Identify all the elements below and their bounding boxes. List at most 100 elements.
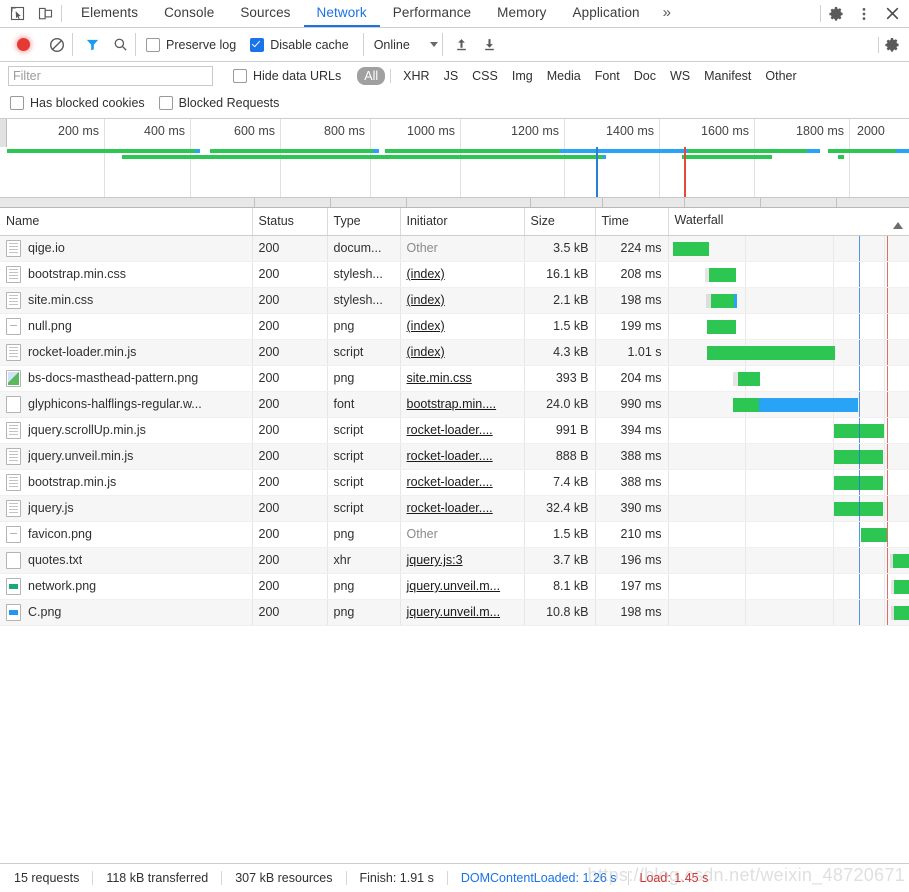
table-row[interactable]: C.png 200 png jquery.unveil.m... 10.8 kB 198 …: [0, 599, 909, 626]
table-row[interactable]: null.png 200 png (index) 1.5 kB 199 ms: [0, 313, 909, 340]
waterfall-bar[interactable]: [705, 293, 737, 308]
cell-initiator-value[interactable]: (index): [407, 345, 445, 359]
tab-elements[interactable]: Elements: [68, 0, 151, 27]
cell-name[interactable]: qige.io: [0, 235, 253, 262]
has-blocked-cookies-box-icon[interactable]: [10, 96, 24, 110]
type-filter-media[interactable]: Media: [540, 68, 588, 84]
blocked-requests-box-icon[interactable]: [158, 96, 173, 110]
waterfall-bar[interactable]: [889, 553, 909, 568]
import-har-icon[interactable]: [449, 32, 475, 58]
cell-initiator-value[interactable]: (index): [407, 319, 445, 333]
record-button[interactable]: [10, 32, 36, 58]
tab-memory[interactable]: Memory: [484, 0, 559, 27]
type-filter-js[interactable]: JS: [437, 68, 466, 84]
network-settings-gear-icon[interactable]: [879, 32, 905, 58]
table-row[interactable]: favicon.png 200 png Other 1.5 kB 210 ms: [0, 521, 909, 548]
inspect-element-icon[interactable]: [9, 5, 26, 22]
hide-data-urls-checkbox[interactable]: Hide data URLs: [233, 69, 341, 83]
preserve-log-checkbox[interactable]: Preserve log: [146, 37, 236, 52]
device-toolbar-icon[interactable]: [37, 5, 54, 22]
cell-initiator-value[interactable]: rocket-loader....: [407, 449, 493, 463]
column-header-size[interactable]: Size: [524, 208, 596, 236]
filter-input[interactable]: [8, 66, 213, 86]
column-header-status[interactable]: Status: [252, 208, 328, 236]
table-row[interactable]: quotes.txt 200 xhr jquery.js:3 3.7 kB 196 ms: [0, 547, 909, 574]
cell-initiator-value[interactable]: rocket-loader....: [407, 501, 493, 515]
column-header-initiator[interactable]: Initiator: [400, 208, 525, 236]
table-row[interactable]: rocket-loader.min.js 200 script (index) 4.3 …: [0, 339, 909, 366]
waterfall-bar[interactable]: [732, 371, 760, 386]
table-row[interactable]: qige.io 200 docum... Other 3.5 kB 224 ms: [0, 235, 909, 262]
waterfall-bar[interactable]: [672, 241, 709, 256]
type-filter-ws[interactable]: WS: [663, 68, 697, 84]
cell-name[interactable]: bootstrap.min.js: [0, 469, 253, 496]
gear-icon[interactable]: [823, 1, 849, 27]
tab-sources[interactable]: Sources: [227, 0, 303, 27]
hide-data-urls-box-icon[interactable]: [233, 69, 247, 83]
cell-initiator-value[interactable]: bootstrap.min....: [407, 397, 497, 411]
sort-ascending-icon[interactable]: [893, 222, 903, 230]
preserve-log-box-icon[interactable]: [146, 37, 160, 52]
waterfall-bar[interactable]: [890, 579, 909, 594]
network-overview[interactable]: 200 ms 400 ms 600 ms 800 ms 1000 ms 1200…: [0, 119, 909, 208]
cell-name[interactable]: quotes.txt: [0, 547, 253, 574]
cell-name[interactable]: C.png: [0, 599, 253, 626]
overview-scroll-strip[interactable]: [0, 197, 909, 207]
cell-initiator-value[interactable]: jquery.unveil.m...: [407, 605, 501, 619]
type-filter-css[interactable]: CSS: [465, 68, 505, 84]
waterfall-bar[interactable]: [706, 345, 835, 360]
waterfall-bar[interactable]: [704, 267, 736, 282]
cell-name[interactable]: bootstrap.min.css: [0, 261, 253, 288]
clear-button[interactable]: [44, 32, 70, 58]
table-row[interactable]: jquery.scrollUp.min.js 200 script rocket-lo…: [0, 417, 909, 444]
cell-initiator-value[interactable]: (index): [407, 267, 445, 281]
tab-console[interactable]: Console: [151, 0, 227, 27]
type-filter-all[interactable]: All: [357, 67, 386, 85]
blocked-requests-checkbox[interactable]: Blocked Requests: [158, 96, 279, 110]
cell-name[interactable]: glyphicons-halflings-regular.w...: [0, 391, 253, 418]
table-row[interactable]: bootstrap.min.js 200 script rocket-loader..…: [0, 469, 909, 496]
cell-name[interactable]: rocket-loader.min.js: [0, 339, 253, 366]
search-icon[interactable]: [107, 32, 133, 58]
cell-initiator-value[interactable]: jquery.js:3: [407, 553, 463, 567]
type-filter-font[interactable]: Font: [588, 68, 627, 84]
table-row[interactable]: jquery.unveil.min.js 200 script rocket-load…: [0, 443, 909, 470]
type-filter-doc[interactable]: Doc: [627, 68, 663, 84]
tab-performance[interactable]: Performance: [380, 0, 484, 27]
waterfall-bar[interactable]: [860, 527, 887, 542]
more-tabs-icon[interactable]: »: [653, 0, 681, 27]
cell-name[interactable]: site.min.css: [0, 287, 253, 314]
filter-toggle-icon[interactable]: [79, 32, 105, 58]
cell-name[interactable]: network.png: [0, 573, 253, 600]
tab-network[interactable]: Network: [303, 0, 380, 27]
close-icon[interactable]: [879, 1, 905, 27]
cell-initiator-value[interactable]: rocket-loader....: [407, 423, 493, 437]
cell-name[interactable]: bs-docs-masthead-pattern.png: [0, 365, 253, 392]
kebab-menu-icon[interactable]: [851, 1, 877, 27]
column-header-type[interactable]: Type: [327, 208, 401, 236]
cell-name[interactable]: jquery.scrollUp.min.js: [0, 417, 253, 444]
cell-name[interactable]: null.png: [0, 313, 253, 340]
waterfall-bar[interactable]: [890, 605, 909, 620]
cell-initiator-value[interactable]: (index): [407, 293, 445, 307]
column-header-name[interactable]: Name: [0, 208, 253, 236]
table-row[interactable]: site.min.css 200 stylesh... (index) 2.1 kB 19…: [0, 287, 909, 314]
waterfall-bar[interactable]: [732, 397, 858, 412]
export-har-icon[interactable]: [477, 32, 503, 58]
type-filter-manifest[interactable]: Manifest: [697, 68, 758, 84]
column-header-waterfall[interactable]: Waterfall: [668, 208, 909, 236]
throttling-select[interactable]: Online: [364, 38, 442, 52]
cell-name[interactable]: jquery.js: [0, 495, 253, 522]
table-row[interactable]: glyphicons-halflings-regular.w... 200 font…: [0, 391, 909, 418]
disable-cache-checkbox[interactable]: Disable cache: [250, 37, 349, 52]
type-filter-img[interactable]: Img: [505, 68, 540, 84]
type-filter-other[interactable]: Other: [758, 68, 803, 84]
table-row[interactable]: bs-docs-masthead-pattern.png 200 png site.m…: [0, 365, 909, 392]
column-header-time[interactable]: Time: [595, 208, 669, 236]
cell-name[interactable]: favicon.png: [0, 521, 253, 548]
table-row[interactable]: network.png 200 png jquery.unveil.m... 8.1 k…: [0, 573, 909, 600]
cell-initiator-value[interactable]: jquery.unveil.m...: [407, 579, 501, 593]
chevron-down-icon[interactable]: [429, 42, 438, 47]
table-row[interactable]: bootstrap.min.css 200 stylesh... (index) 16.…: [0, 261, 909, 288]
cell-name[interactable]: jquery.unveil.min.js: [0, 443, 253, 470]
